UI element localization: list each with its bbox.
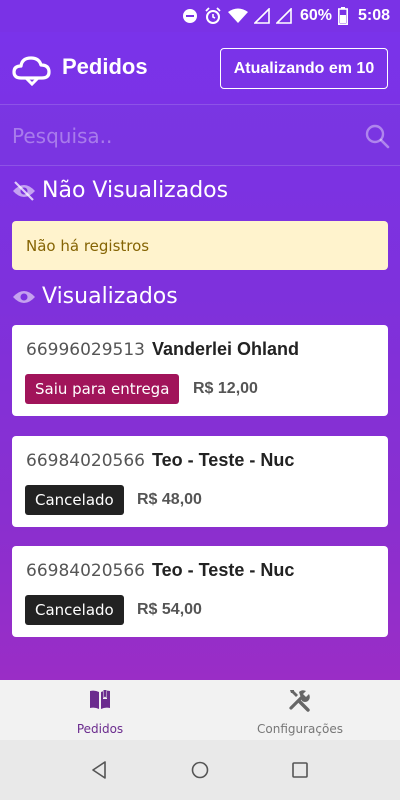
order-card[interactable]: 66984020566 Teo - Teste - Nuc Cancelado … — [12, 546, 388, 637]
status-bar: 60% 5:08 — [0, 0, 400, 32]
wifi-icon — [227, 8, 248, 24]
eye-slash-icon — [13, 180, 35, 201]
app-body: Pedidos Atualizando em 10 Não Visualizad… — [0, 32, 400, 680]
order-price: R$ 54,00 — [137, 601, 202, 618]
section-viewed-title: Visualizados — [12, 284, 178, 309]
section-viewed-label: Visualizados — [42, 284, 178, 309]
signal-icon — [253, 8, 270, 24]
order-line: 66996029513 Vanderlei Ohland — [26, 339, 299, 360]
status-badge: Cancelado — [25, 595, 124, 625]
order-price: R$ 48,00 — [137, 491, 202, 508]
order-line: 66984020566 Teo - Teste - Nuc — [26, 560, 294, 581]
clock: 5:08 — [357, 7, 390, 24]
nav-item-pedidos[interactable]: Pedidos — [0, 680, 200, 740]
book-icon — [90, 690, 110, 709]
order-customer-name: Teo - Teste - Nuc — [151, 560, 295, 580]
home-icon[interactable] — [190, 760, 210, 780]
alarm-icon — [204, 7, 222, 25]
back-icon[interactable] — [90, 760, 110, 780]
order-price: R$ 12,00 — [193, 380, 258, 397]
do-not-disturb-icon — [182, 8, 198, 24]
section-unviewed-label: Não Visualizados — [42, 178, 229, 203]
bottom-nav: Pedidos Configurações — [0, 680, 400, 740]
order-phone: 66984020566 — [26, 561, 145, 581]
search-icon[interactable] — [364, 123, 390, 149]
status-badge: Cancelado — [25, 485, 124, 515]
order-phone: 66996029513 — [26, 340, 145, 360]
search-bar — [0, 104, 400, 166]
order-card[interactable]: 66984020566 Teo - Teste - Nuc Cancelado … — [12, 436, 388, 527]
order-line: 66984020566 Teo - Teste - Nuc — [26, 450, 294, 471]
order-customer-name: Teo - Teste - Nuc — [151, 450, 295, 470]
order-phone: 66984020566 — [26, 451, 145, 471]
nav-label: Configurações — [257, 722, 343, 736]
order-card[interactable]: 66996029513 Vanderlei Ohland Saiu para e… — [12, 325, 388, 416]
battery-percent: 60% — [299, 7, 332, 24]
system-nav-bar — [0, 740, 400, 800]
nav-item-configuracoes[interactable]: Configurações — [200, 680, 400, 740]
status-badge: Saiu para entrega — [25, 374, 180, 404]
eye-icon — [13, 290, 35, 303]
nav-label: Pedidos — [76, 722, 124, 736]
signal-icon-2 — [275, 8, 292, 24]
order-customer-name: Vanderlei Ohland — [151, 339, 300, 359]
refresh-button[interactable]: Atualizando em 10 — [220, 48, 388, 89]
recents-icon[interactable] — [290, 760, 310, 780]
tools-icon — [289, 690, 310, 712]
app-header: Pedidos Atualizando em 10 — [0, 32, 400, 104]
battery-icon — [337, 7, 348, 25]
empty-alert: Não há registros — [12, 221, 388, 270]
search-input[interactable] — [12, 119, 342, 153]
cloud-logo-icon — [12, 56, 51, 86]
page-title: Pedidos — [62, 54, 148, 79]
section-unviewed-title: Não Visualizados — [12, 178, 228, 203]
